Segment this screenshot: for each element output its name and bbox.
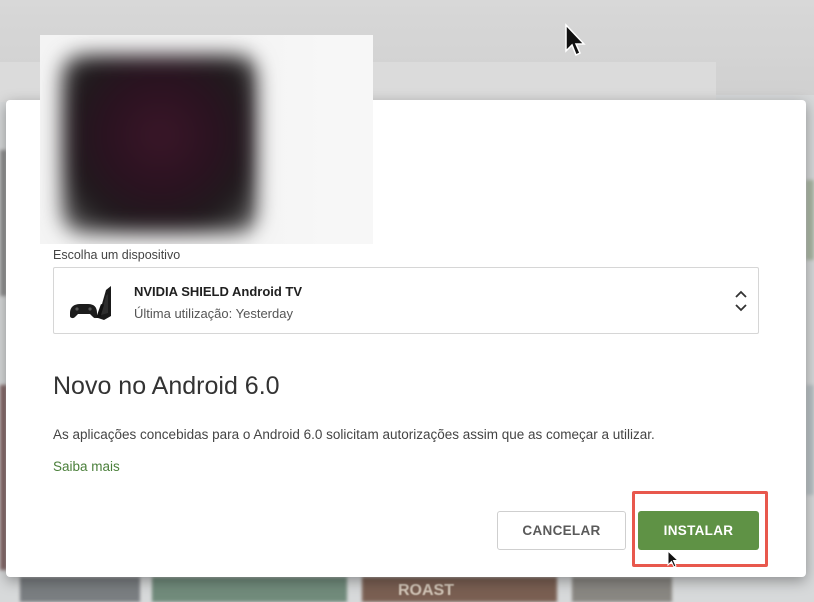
mouse-cursor-icon bbox=[667, 550, 680, 568]
device-last-used: Última utilização: Yesterday bbox=[134, 306, 293, 321]
install-button-highlight bbox=[632, 491, 768, 567]
learn-more-link[interactable]: Saiba mais bbox=[53, 459, 120, 474]
device-select-dropdown[interactable]: NVIDIA SHIELD Android TV Última utilizaç… bbox=[53, 267, 759, 334]
shield-tv-icon bbox=[70, 286, 111, 320]
blurred-app-icon bbox=[62, 55, 258, 233]
permissions-title: Novo no Android 6.0 bbox=[53, 372, 280, 400]
permissions-description: As aplicações concebidas para o Android … bbox=[53, 427, 655, 442]
up-down-chevron-icon bbox=[735, 290, 747, 312]
app-artwork bbox=[40, 35, 373, 244]
mouse-cursor-icon bbox=[565, 23, 586, 57]
cancel-button[interactable]: CANCELAR bbox=[497, 511, 626, 550]
device-name: NVIDIA SHIELD Android TV bbox=[134, 284, 303, 299]
device-picker-label: Escolha um dispositivo bbox=[53, 248, 181, 262]
